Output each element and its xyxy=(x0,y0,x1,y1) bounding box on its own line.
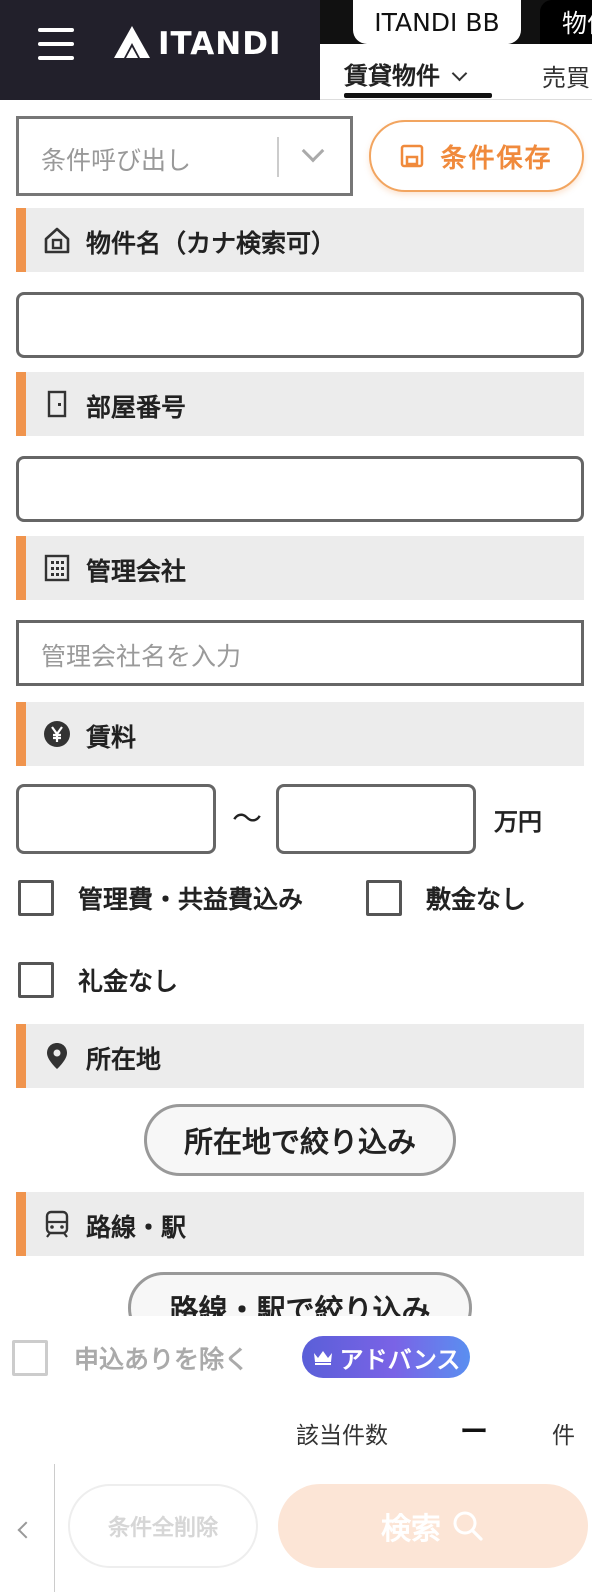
tab-bukken[interactable]: 物件 xyxy=(540,0,592,44)
section-title: 路線・駅 xyxy=(86,1213,187,1242)
itandi-logo[interactable]: ITANDI xyxy=(112,24,281,64)
save-conditions-label: 条件保存 xyxy=(440,143,553,174)
section-title: 管理会社 xyxy=(86,557,187,586)
logo-text: ITANDI xyxy=(158,26,282,62)
include-management-fee-label: 管理費・共益費込み xyxy=(78,885,304,914)
sub-navigation: 賃貸物件 売買 xyxy=(320,44,592,100)
save-conditions-button[interactable]: 条件保存 xyxy=(369,120,584,192)
range-separator: 〜 xyxy=(232,802,262,837)
room-number-input[interactable] xyxy=(16,456,584,522)
select-divider xyxy=(277,137,279,177)
no-key-money-label: 礼金なし xyxy=(78,967,179,996)
saved-conditions-placeholder: 条件呼び出し xyxy=(41,146,192,175)
section-line-station: 路線・駅 xyxy=(16,1192,584,1256)
exclude-applied-label: 申込ありを除く xyxy=(74,1345,250,1374)
map-pin-icon xyxy=(47,1043,67,1069)
section-room-number: 部屋番号 xyxy=(16,372,584,436)
menu-icon[interactable] xyxy=(38,28,74,60)
result-count-unit: 件 xyxy=(552,1423,575,1449)
filter-by-location-button[interactable]: 所在地で絞り込み xyxy=(144,1104,456,1176)
crown-icon xyxy=(313,1351,332,1365)
subnav-rental-properties[interactable]: 賃貸物件 xyxy=(344,56,468,91)
footer-divider xyxy=(54,1464,55,1592)
search-icon xyxy=(453,1511,483,1541)
exclude-applied-checkbox[interactable] xyxy=(12,1340,48,1376)
yen-icon xyxy=(44,721,70,747)
section-property-name: 物件名（カナ検索可） xyxy=(16,208,584,272)
clear-all-conditions-button[interactable]: 条件全削除 xyxy=(68,1484,258,1568)
door-icon xyxy=(47,390,67,418)
property-name-input[interactable] xyxy=(16,292,584,358)
search-footer: 申込ありを除く アドバンス 該当件数 ー 件 条件全削除 検索 xyxy=(0,1316,592,1592)
section-title: 賃料 xyxy=(86,723,137,752)
rent-min-input[interactable] xyxy=(16,784,216,854)
section-title: 部屋番号 xyxy=(86,393,187,422)
house-icon xyxy=(44,227,70,254)
chevron-left-icon[interactable] xyxy=(17,1521,35,1539)
search-button[interactable]: 検索 xyxy=(278,1484,588,1568)
no-deposit-checkbox[interactable] xyxy=(366,880,402,916)
management-company-input[interactable]: 管理会社名を入力 xyxy=(16,620,584,686)
section-management-company: 管理会社 xyxy=(16,536,584,600)
no-deposit-label: 敷金なし xyxy=(426,885,527,914)
app-header: ITANDI ITANDI BB 物件 賃貸物件 売買 xyxy=(0,0,592,100)
section-title: 物件名（カナ検索可） xyxy=(86,229,337,258)
advance-badge: アドバンス xyxy=(302,1336,470,1378)
save-icon xyxy=(401,144,424,168)
result-count-label: 該当件数 xyxy=(296,1423,388,1449)
chevron-down-icon xyxy=(301,139,325,163)
brand-bar: ITANDI xyxy=(0,0,320,100)
active-tab-indicator xyxy=(344,93,492,98)
section-rent: 賃料 xyxy=(16,702,584,766)
tab-itandi-bb[interactable]: ITANDI BB xyxy=(353,0,521,44)
subnav-rental-label: 賃貸物件 xyxy=(344,62,440,90)
result-count-value: ー xyxy=(460,1415,489,1448)
chevron-down-icon xyxy=(451,65,468,82)
section-title: 所在地 xyxy=(86,1045,162,1074)
search-button-label: 検索 xyxy=(381,1512,441,1547)
no-key-money-checkbox[interactable] xyxy=(18,962,54,998)
rent-max-input[interactable] xyxy=(276,784,476,854)
train-icon xyxy=(45,1210,69,1238)
subnav-sales[interactable]: 売買 xyxy=(542,58,590,93)
advance-badge-label: アドバンス xyxy=(339,1345,461,1374)
include-management-fee-checkbox[interactable] xyxy=(18,880,54,916)
rent-unit: 万円 xyxy=(494,808,542,836)
itandi-logo-mark-icon xyxy=(114,26,150,58)
saved-conditions-select[interactable]: 条件呼び出し xyxy=(16,116,353,196)
building-icon xyxy=(44,554,70,582)
management-company-placeholder: 管理会社名を入力 xyxy=(41,642,242,671)
section-location: 所在地 xyxy=(16,1024,584,1088)
